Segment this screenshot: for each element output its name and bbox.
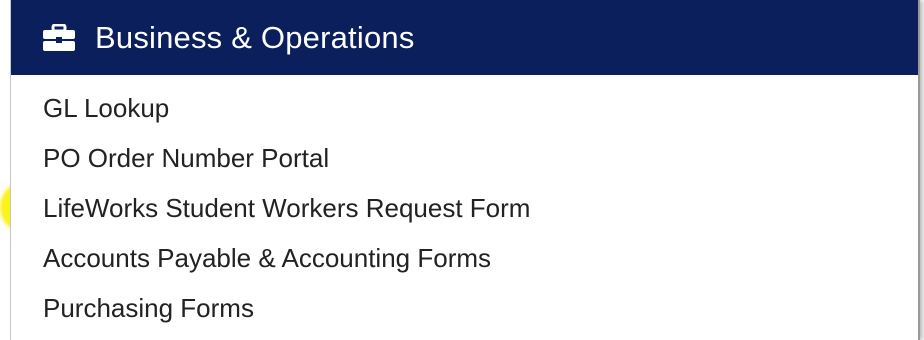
- purchasing-forms-link[interactable]: Purchasing Forms: [43, 293, 254, 323]
- page: Business & Operations GL Lookup PO Order…: [0, 0, 924, 340]
- panel-title: Business & Operations: [95, 19, 415, 55]
- po-order-number-portal-link[interactable]: PO Order Number Portal: [43, 143, 329, 173]
- list-item: GL Lookup: [43, 89, 918, 139]
- lifeworks-student-workers-request-form-link[interactable]: LifeWorks Student Workers Request Form: [43, 193, 530, 223]
- panel-header: Business & Operations: [11, 0, 918, 75]
- business-operations-panel: Business & Operations GL Lookup PO Order…: [10, 0, 920, 340]
- list-item: LifeWorks Student Workers Request Form: [43, 189, 918, 239]
- accounts-payable-accounting-forms-link[interactable]: Accounts Payable & Accounting Forms: [43, 243, 491, 273]
- gl-lookup-link[interactable]: GL Lookup: [43, 93, 169, 123]
- list-item: Purchasing Forms: [43, 289, 918, 339]
- briefcase-icon: [41, 23, 77, 53]
- list-item: Accounts Payable & Accounting Forms: [43, 239, 918, 289]
- panel-body: GL Lookup PO Order Number Portal LifeWor…: [11, 75, 918, 339]
- link-list: GL Lookup PO Order Number Portal LifeWor…: [11, 75, 918, 339]
- list-item: PO Order Number Portal: [43, 139, 918, 189]
